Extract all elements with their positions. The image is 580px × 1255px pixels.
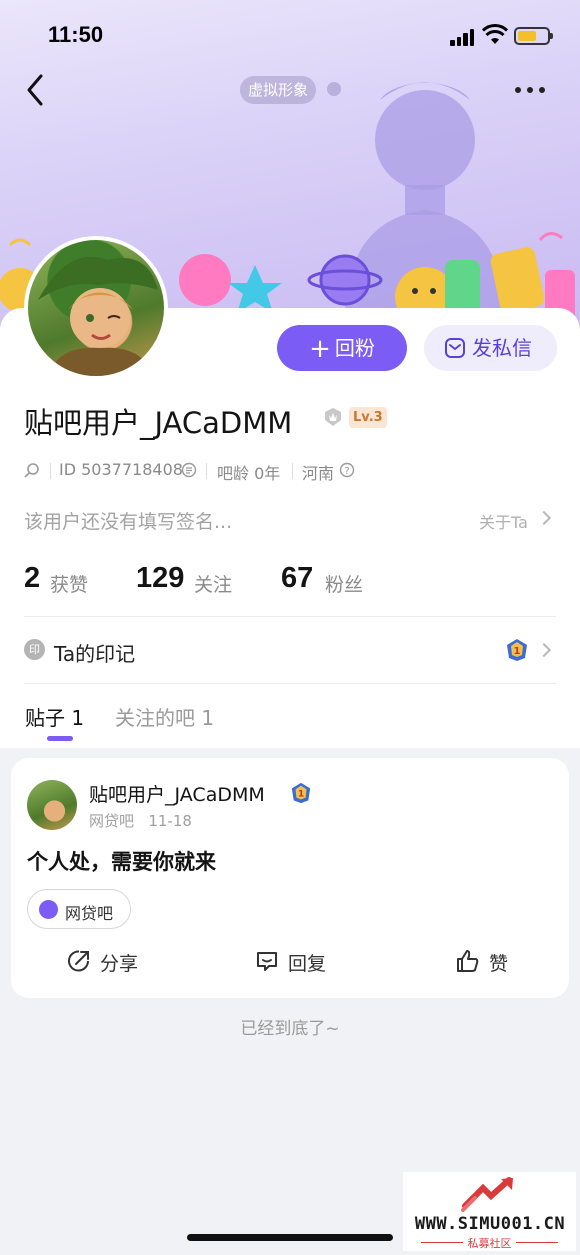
user-signature: 该用户还没有填写签名... (24, 511, 233, 533)
more-options-button[interactable] (512, 80, 548, 100)
fans-count[interactable]: 67 (281, 562, 313, 595)
watermark-url: WWW.SIMU001.CN (414, 1214, 566, 1234)
about-ta-link[interactable]: 关于Ta (479, 509, 528, 533)
following-label[interactable]: 关注 (194, 570, 232, 597)
post-author-name[interactable]: 贴吧用户_JACaDMM (89, 780, 265, 807)
search-icon (24, 463, 39, 478)
seal-label: Ta的印记 (54, 642, 136, 666)
likes-count[interactable]: 2 (24, 562, 40, 595)
user-location: 河南 (302, 464, 335, 483)
follow-back-label: 回粉 (334, 336, 375, 360)
member-badge-icon (325, 408, 341, 426)
status-time: 11:50 (48, 22, 104, 47)
divider (24, 616, 556, 617)
follow-back-button[interactable]: + 回粉 (277, 325, 407, 371)
svg-text:1: 1 (514, 646, 521, 657)
user-id[interactable]: ID 5037718408 (59, 460, 183, 479)
tab-posts[interactable]: 贴子 1 (25, 702, 84, 731)
user-avatar[interactable] (24, 236, 168, 380)
svg-text:1: 1 (298, 789, 304, 800)
comment-icon (257, 952, 277, 971)
send-message-button[interactable]: 发私信 (424, 325, 557, 371)
rank-badge-icon: 1 (291, 782, 311, 804)
watermark-subtitle: 私募社区 (467, 1237, 512, 1250)
post-date: 11-18 (148, 812, 192, 830)
like-label: 赞 (489, 953, 509, 975)
following-count[interactable]: 129 (136, 562, 184, 595)
username: 贴吧用户_JACaDMM (24, 406, 293, 440)
bar-age: 吧龄 0年 (217, 464, 281, 483)
divider (24, 683, 556, 684)
message-icon (445, 338, 465, 358)
rank-badge-icon: 1 (507, 639, 527, 661)
ta-seal-row[interactable]: 印 Ta的印记 1 (0, 630, 580, 672)
post-card[interactable]: 贴吧用户_JACaDMM 1 网贷吧 11-18 个人处，需要你就来 网贷吧 分… (11, 758, 569, 998)
avatar-illustration (38, 256, 158, 376)
wifi-icon (482, 24, 508, 44)
post-meta: 网贷吧 11-18 (89, 810, 192, 831)
virtual-avatar-tag[interactable]: 虚拟形象 (240, 76, 317, 104)
back-button[interactable] (22, 70, 52, 110)
watermark-line (516, 1242, 558, 1243)
reply-label: 回复 (288, 953, 327, 975)
post-content[interactable]: 个人处，需要你就来 (27, 846, 216, 876)
profile-tabs: 贴子 1 关注的吧 1 (0, 698, 580, 748)
svg-text:?: ? (344, 466, 349, 477)
signal-icon (450, 28, 476, 46)
post-author-avatar[interactable] (27, 780, 77, 830)
chevron-right-icon (536, 642, 552, 658)
tab-followed-bars[interactable]: 关注的吧 1 (115, 702, 214, 731)
watermark-logo-icon (461, 1177, 513, 1212)
battery-icon (514, 27, 553, 45)
share-label: 分享 (100, 953, 139, 975)
share-icon (68, 950, 89, 972)
fans-label[interactable]: 粉丝 (325, 570, 363, 597)
forum-chip-label: 网贷吧 (65, 904, 114, 923)
send-message-label: 发私信 (472, 336, 532, 360)
thumbs-up-icon (457, 950, 479, 972)
forum-icon (39, 900, 58, 919)
level-badge: Lv.3 (349, 407, 387, 428)
help-icon[interactable]: ? (339, 462, 355, 478)
end-of-list-text: 已经到底了~ (240, 1019, 340, 1039)
forum-chip[interactable]: 网贷吧 (27, 889, 131, 929)
watermark: WWW.SIMU001.CN 私募社区 (403, 1172, 576, 1251)
likes-label[interactable]: 获赞 (50, 570, 88, 597)
seal-icon: 印 (24, 639, 45, 660)
active-tab-indicator (47, 736, 73, 741)
plus-icon: + (309, 334, 331, 364)
home-indicator[interactable] (187, 1234, 393, 1241)
post-forum[interactable]: 网贷吧 (89, 812, 134, 830)
status-bar: 11:50 (0, 0, 580, 70)
copy-icon[interactable] (181, 462, 197, 478)
avatar-toggle-dot[interactable] (327, 82, 341, 96)
